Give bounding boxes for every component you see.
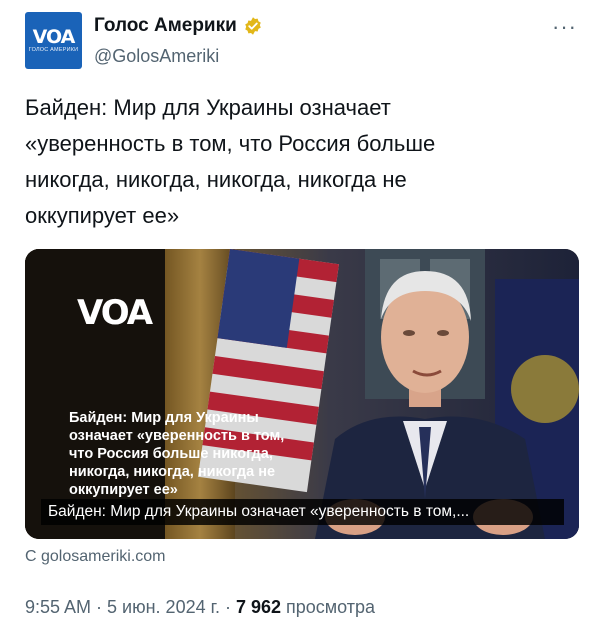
more-options-icon[interactable]: ···	[552, 14, 577, 40]
voa-watermark-logo: VOA	[77, 293, 153, 333]
tweet-text: Байден: Мир для Украины означает «уверен…	[25, 95, 436, 228]
video-caption: Байден: Мир для Украины означает «уверен…	[41, 499, 564, 525]
video-media[interactable]: VOA Байден: Мир для Украины означает «ув…	[25, 249, 579, 539]
avatar-logo: VOA	[32, 26, 76, 48]
card-source-link[interactable]: С golosameriki.com	[25, 548, 165, 566]
meta-separator: ·	[91, 597, 108, 617]
views-label: просмотра	[281, 597, 376, 617]
account-handle[interactable]: @GolosAmeriki	[94, 46, 219, 67]
video-headline-overlay: Байден: Мир для Украины означает «уверен…	[69, 410, 285, 498]
avatar-subtitle: ГОЛОС АМЕРИКИ	[28, 47, 79, 53]
tweet-date[interactable]: 5 июн. 2024 г.	[107, 597, 220, 617]
views-count[interactable]: 7 962	[236, 597, 281, 617]
display-name[interactable]: Голос Америки	[94, 15, 237, 37]
meta-separator: ·	[219, 597, 236, 617]
tweet-header: VOA ГОЛОС АМЕРИКИ Голос Америки @GolosAm…	[25, 12, 581, 72]
name-row: Голос Америки	[94, 15, 263, 37]
verified-badge-icon[interactable]	[243, 16, 263, 36]
avatar[interactable]: VOA ГОЛОС АМЕРИКИ	[25, 12, 82, 69]
tweet-meta: 9:55 AM · 5 июн. 2024 г. · 7 962 просмот…	[25, 597, 375, 618]
tweet-time[interactable]: 9:55 AM	[25, 597, 91, 617]
